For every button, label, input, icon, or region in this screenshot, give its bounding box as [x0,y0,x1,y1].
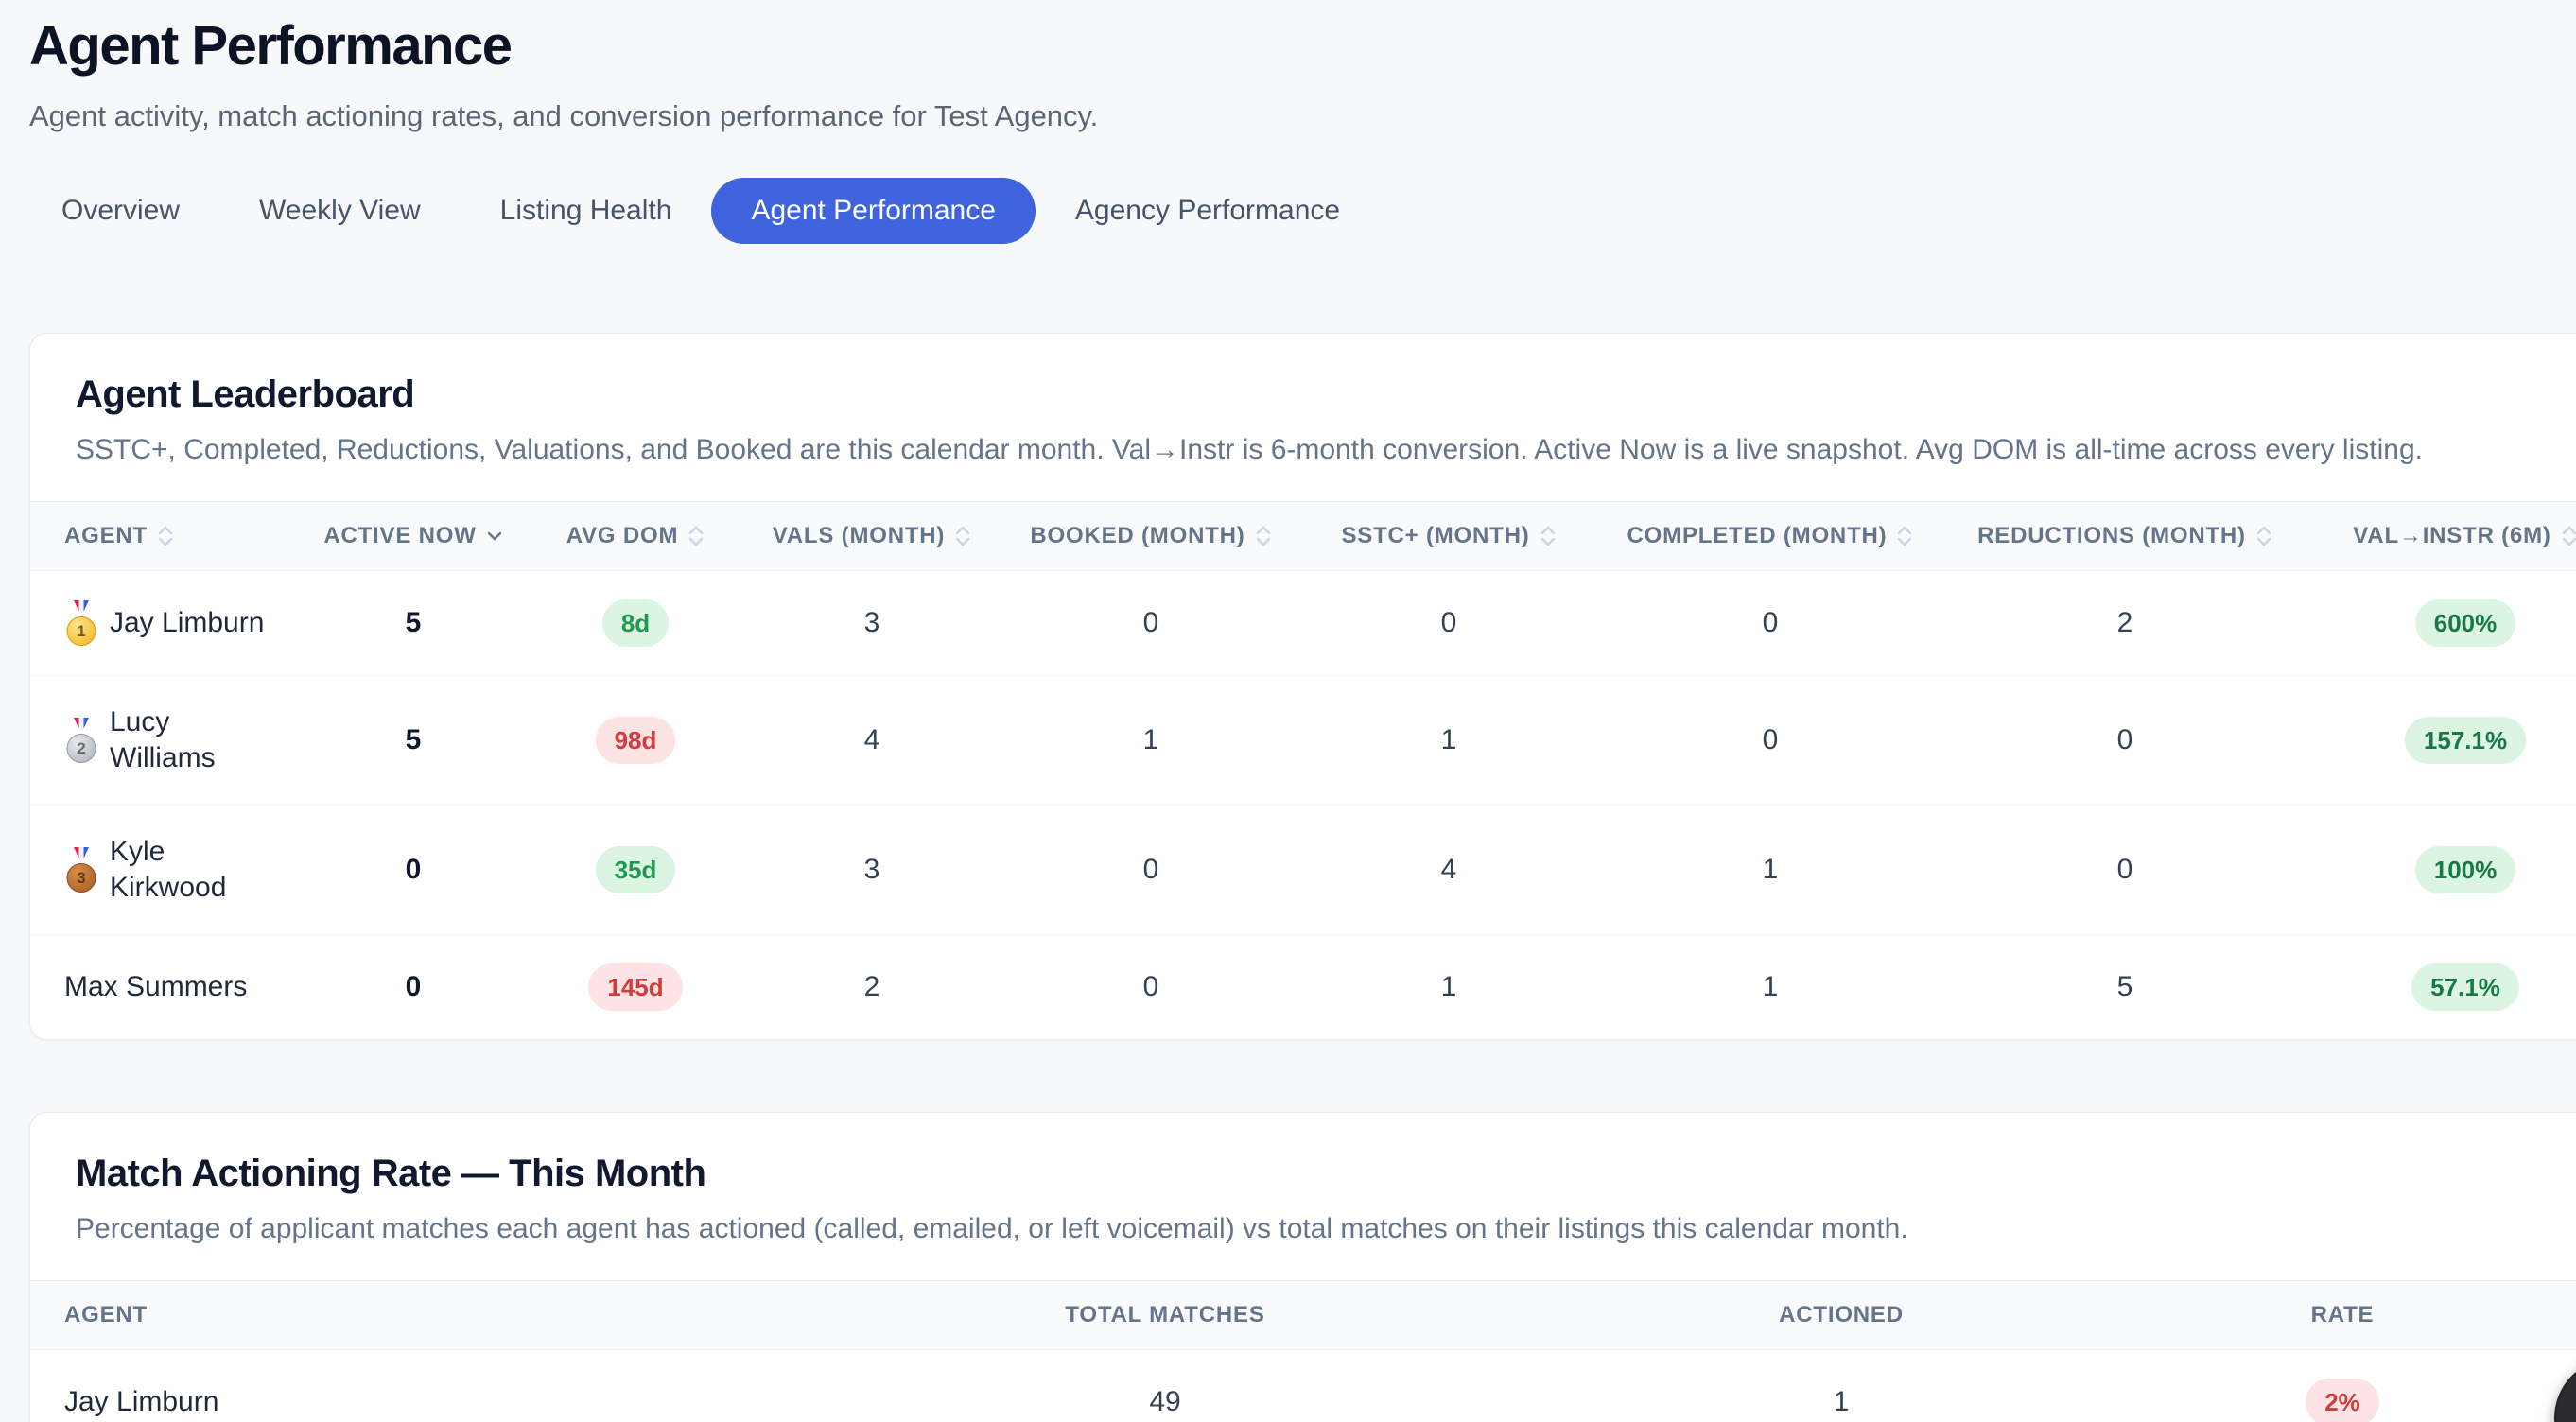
actioning-title: Match Actioning Rate — This Month [76,1153,2576,1195]
val-instr-badge: 57.1% [2411,963,2519,1011]
sstc-value: 1 [1316,676,1581,806]
sort-icon [688,524,705,548]
match-actioning-card: Match Actioning Rate — This Month Percen… [29,1112,2576,1422]
tab-agency-performance[interactable]: Agency Performance [1036,178,1380,244]
column-header-vals-month[interactable]: VALS (MONTH) [758,502,985,571]
active-now-value: 0 [314,806,513,935]
agent-name: Kyle Kirkwood [110,834,275,906]
booked-value: 0 [985,806,1316,935]
sort-icon [2561,524,2576,548]
sort-icon [2255,524,2272,548]
active-now-value: 5 [314,676,513,806]
agent-name: Jay Limburn [110,605,264,641]
table-row: Jay Limburn 49 1 2% [30,1350,2576,1422]
booked-value: 0 [985,935,1316,1040]
column-header-actioned: ACTIONED [1638,1281,2045,1350]
completed-value: 0 [1581,571,1959,676]
table-row: Max Summers 0 145d 2 0 1 1 5 57.1% [30,935,2576,1040]
silver-medal-icon: 2 [64,718,98,763]
column-header-agent[interactable]: AGENT [30,502,314,571]
tab-weekly-view[interactable]: Weekly View [219,178,461,244]
actioning-description: Percentage of applicant matches each age… [76,1210,2576,1248]
val-instr-badge: 100% [2415,846,2516,893]
booked-value: 0 [985,571,1316,676]
completed-value: 1 [1581,806,1959,935]
leaderboard-table: AGENT ACTIVE NOW AVG DOM [30,501,2576,1039]
sort-icon [954,524,971,548]
leaderboard-title: Agent Leaderboard [76,373,2576,416]
leaderboard-description: SSTC+, Completed, Reductions, Valuations… [76,431,2576,469]
reductions-value: 2 [1959,571,2290,676]
avg-dom-badge: 145d [588,963,682,1011]
active-now-value: 0 [314,935,513,1040]
tab-overview[interactable]: Overview [22,178,219,244]
reductions-value: 0 [1959,676,2290,806]
column-header-agent: AGENT [30,1281,692,1350]
sort-icon [1540,524,1557,548]
sstc-value: 0 [1316,571,1581,676]
booked-value: 1 [985,676,1316,806]
actioning-table: AGENT TOTAL MATCHES ACTIONED RATE Jay Li… [30,1280,2576,1422]
completed-value: 0 [1581,676,1959,806]
page-title: Agent Performance [29,13,2576,79]
avg-dom-badge: 35d [596,846,676,893]
agent-performance-page: Agent Performance Agent activity, match … [0,0,2576,1422]
val-instr-badge: 600% [2415,599,2516,647]
gold-medal-icon: 1 [64,600,98,646]
table-row: 1 Jay Limburn 5 8d 3 0 0 0 2 600% [30,571,2576,676]
avg-dom-badge: 8d [602,599,669,647]
active-now-value: 5 [314,571,513,676]
total-matches-value: 49 [692,1350,1638,1422]
tab-agent-performance[interactable]: Agent Performance [711,178,1035,244]
vals-value: 3 [758,806,985,935]
column-header-booked-month[interactable]: BOOKED (MONTH) [985,502,1316,571]
column-header-val-instr[interactable]: VAL→INSTR (6M) [2290,502,2576,571]
reductions-value: 5 [1959,935,2290,1040]
bronze-medal-icon: 3 [64,847,98,893]
column-header-completed-month[interactable]: COMPLETED (MONTH) [1581,502,1959,571]
leaderboard-header-row: AGENT ACTIVE NOW AVG DOM [30,502,2576,571]
val-instr-badge: 157.1% [2405,717,2526,764]
agent-name: Jay Limburn [30,1350,692,1422]
completed-value: 1 [1581,935,1959,1040]
column-header-sstc-month[interactable]: SSTC+ (MONTH) [1316,502,1581,571]
reductions-value: 0 [1959,806,2290,935]
column-header-reductions-month[interactable]: REDUCTIONS (MONTH) [1959,502,2290,571]
column-header-rate: RATE [2045,1281,2576,1350]
sort-icon [157,524,174,548]
tab-listing-health[interactable]: Listing Health [461,178,712,244]
actioned-value: 1 [1638,1350,2045,1422]
vals-value: 2 [758,935,985,1040]
sort-icon [1896,524,1913,548]
table-row: 2 Lucy Williams 5 98d 4 1 1 0 0 157.1% [30,676,2576,806]
column-header-total-matches: TOTAL MATCHES [692,1281,1638,1350]
agent-name: Lucy Williams [110,704,275,776]
sort-icon [1255,524,1272,548]
sstc-value: 1 [1316,935,1581,1040]
view-tabs: Overview Weekly View Listing Health Agen… [22,178,2576,244]
column-header-avg-dom[interactable]: AVG DOM [513,502,758,571]
agent-name: Max Summers [64,969,247,1005]
rate-badge: 2% [2306,1379,2379,1422]
table-row: 3 Kyle Kirkwood 0 35d 3 0 4 1 0 100% [30,806,2576,935]
avg-dom-badge: 98d [596,717,676,764]
sstc-value: 4 [1316,806,1581,935]
actioning-header-row: AGENT TOTAL MATCHES ACTIONED RATE [30,1281,2576,1350]
agent-leaderboard-card: Agent Leaderboard SSTC+, Completed, Redu… [29,333,2576,1040]
page-subtitle: Agent activity, match actioning rates, a… [29,96,2576,136]
column-header-active-now[interactable]: ACTIVE NOW [314,502,513,571]
vals-value: 3 [758,571,985,676]
vals-value: 4 [758,676,985,806]
sort-desc-icon [486,529,503,543]
